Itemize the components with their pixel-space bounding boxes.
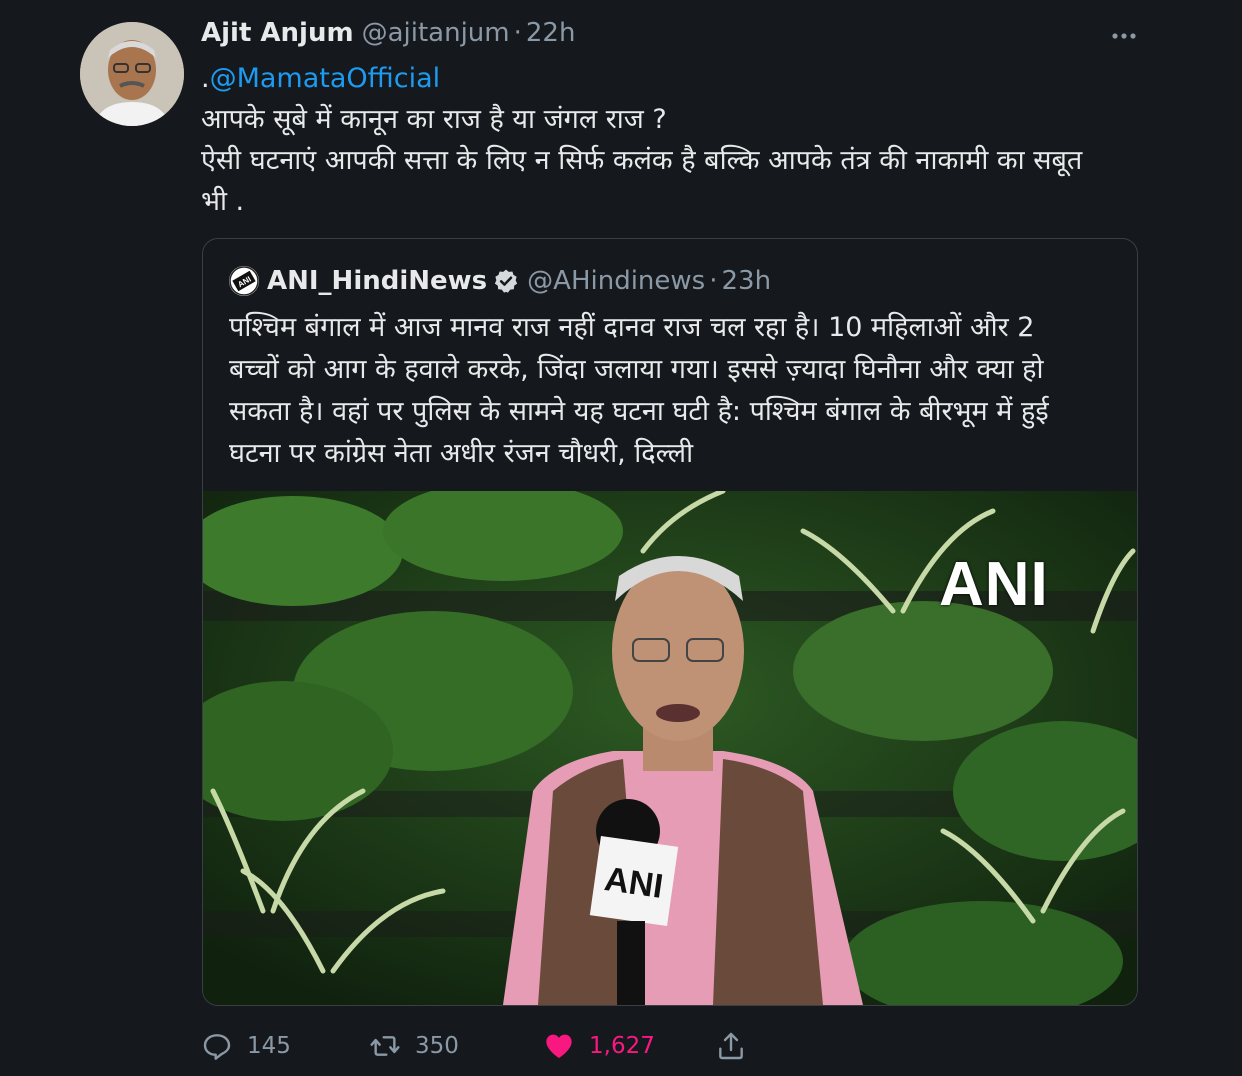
like-button[interactable]: 1,627 [543,1022,655,1070]
tweet-line: आपके सूबे में कानून का राज है या जंगल रा… [201,104,667,135]
mention-line: .@MamataOfficial [201,58,1161,99]
quoted-line: बच्चों को आग के हवाले करके, जिंदा जलाया … [229,354,1044,385]
tweet-line: भी . [201,186,245,217]
share-button[interactable] [715,1022,747,1070]
separator-dot: · [709,266,718,296]
quoted-text: पश्चिम बंगाल में आज मानव राज नहीं दानव र… [229,307,1109,475]
quoted-line: घटना पर कांग्रेस नेता अधीर रंजन चौधरी, द… [229,438,694,469]
author-avatar[interactable] [80,22,184,126]
quoted-time[interactable]: 23h [721,266,771,296]
tweet-header: Ajit Anjum @ajitanjum · 22h [201,18,575,54]
svg-text:ANI: ANI [602,860,665,906]
author-name[interactable]: Ajit Anjum [201,18,354,48]
reply-icon [203,1034,231,1060]
quoted-avatar[interactable]: ANI [229,266,259,296]
action-bar: 145 350 1,627 [201,1022,1161,1072]
mention-prefix: . [201,63,210,94]
share-icon [719,1032,743,1060]
tweet-line: ऐसी घटनाएं आपकी सत्ता के लिए न सिर्फ कलं… [201,145,1083,176]
retweet-icon [370,1036,400,1056]
like-count: 1,627 [589,1033,655,1059]
verified-icon [494,269,518,293]
retweet-count: 350 [415,1033,459,1059]
retweet-button[interactable]: 350 [369,1022,459,1070]
reply-button[interactable]: 145 [201,1022,291,1070]
quoted-author-name[interactable]: ANI_HindiNews [267,266,487,296]
tweet-text: .@MamataOfficial आपके सूबे में कानून का … [201,58,1161,222]
quoted-line: पश्चिम बंगाल में आज मानव राज नहीं दानव र… [229,312,1035,343]
quoted-media-image[interactable]: ANI ANI [203,491,1137,1005]
ani-watermark: ANI [939,550,1049,619]
mention-link[interactable]: @MamataOfficial [210,63,441,94]
quoted-author-handle[interactable]: @AHindinews [527,266,705,296]
like-icon [546,1034,572,1058]
quoted-tweet[interactable]: ANI ANI_HindiNews @AHindinews · 23h पश्च… [202,238,1138,1006]
quoted-header: ANI ANI_HindiNews @AHindinews · 23h [229,263,771,299]
separator-dot: · [513,18,522,48]
more-icon[interactable] [1108,22,1140,50]
reply-count: 145 [247,1033,291,1059]
author-handle[interactable]: @ajitanjum [362,18,510,48]
tweet-time[interactable]: 22h [526,18,576,48]
quoted-line: सकता है। वहां पर पुलिस के सामने यह घटना … [229,396,1049,427]
